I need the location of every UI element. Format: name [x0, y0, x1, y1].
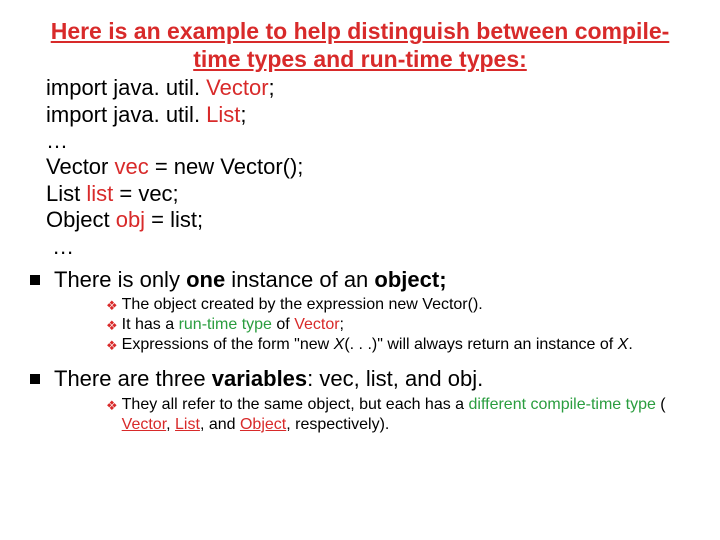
code-line: import java. util. List; [46, 102, 696, 128]
bullet-item: There are three variables: vec, list, an… [30, 365, 696, 393]
sub-item: ❖ It has a run-time type of Vector; [106, 315, 696, 335]
sub-text: Expressions of the form "new X(. . .)" w… [122, 335, 696, 355]
slide-title: Here is an example to help distinguish b… [44, 18, 676, 73]
code-line: … [46, 234, 696, 260]
code-block: import java. util. Vector; import java. … [24, 75, 696, 260]
square-bullet-icon [30, 275, 40, 285]
sub-list: ❖ They all refer to the same object, but… [30, 395, 696, 435]
sub-item: ❖ Expressions of the form "new X(. . .)"… [106, 335, 696, 355]
diamond-bullet-icon: ❖ [106, 318, 118, 334]
sub-text: It has a run-time type of Vector; [122, 315, 696, 335]
code-line: List list = vec; [46, 181, 696, 207]
square-bullet-icon [30, 374, 40, 384]
code-line: Vector vec = new Vector(); [46, 154, 696, 180]
sub-text: They all refer to the same object, but e… [122, 395, 696, 435]
bullet-list: There is only one instance of an object;… [24, 266, 696, 435]
bullet-text: There is only one instance of an object; [54, 266, 696, 294]
sub-text: The object created by the expression new… [122, 295, 696, 315]
code-line: … [46, 128, 696, 154]
diamond-bullet-icon: ❖ [106, 298, 118, 314]
code-line: import java. util. Vector; [46, 75, 696, 101]
bullet-text: There are three variables: vec, list, an… [54, 365, 696, 393]
sub-list: ❖ The object created by the expression n… [30, 295, 696, 355]
code-line: Object obj = list; [46, 207, 696, 233]
sub-item: ❖ The object created by the expression n… [106, 295, 696, 315]
sub-item: ❖ They all refer to the same object, but… [106, 395, 696, 435]
bullet-item: There is only one instance of an object; [30, 266, 696, 294]
diamond-bullet-icon: ❖ [106, 338, 118, 354]
diamond-bullet-icon: ❖ [106, 398, 118, 414]
